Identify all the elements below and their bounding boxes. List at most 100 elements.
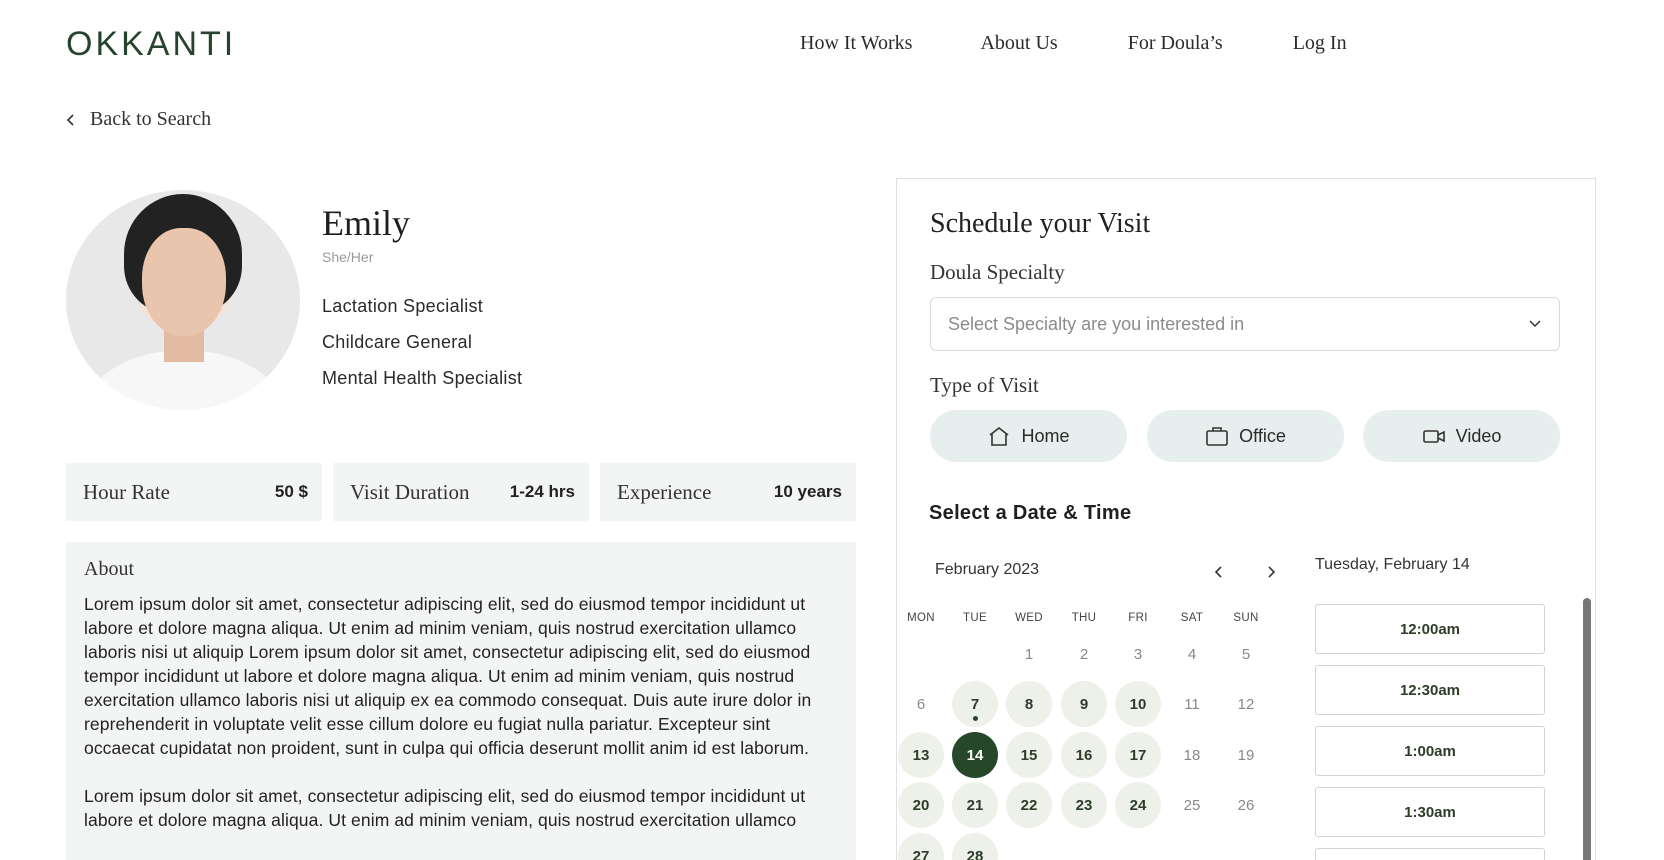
visit-type-label: Video: [1455, 425, 1502, 446]
calendar-day[interactable]: 13: [898, 732, 944, 778]
calendar-month: February 2023: [935, 561, 1040, 578]
calendar-day[interactable]: 17: [1115, 732, 1161, 778]
calendar-day: 25: [1169, 782, 1215, 828]
nav-log-in[interactable]: Log In: [1293, 30, 1347, 56]
doula-specialty-label: Doula Specialty: [930, 260, 1065, 284]
calendar-day-number: 5: [1241, 645, 1251, 663]
weekday-label: SAT: [1180, 612, 1204, 624]
calendar-day-number: 9: [1079, 695, 1089, 713]
weekday-label: FRI: [1128, 612, 1148, 624]
visit-type-office-button[interactable]: Office: [1147, 410, 1344, 462]
time-slot[interactable]: 12:30am: [1315, 665, 1545, 715]
calendar-day-number: 10: [1129, 695, 1147, 713]
calendar-day-number: 7: [970, 695, 980, 713]
time-slot[interactable]: 12:00am: [1315, 604, 1545, 654]
profile-pronouns: She/Her: [322, 249, 374, 265]
nav-about-us[interactable]: About Us: [980, 30, 1057, 56]
avatar: [66, 190, 300, 410]
calendar-day[interactable]: 24: [1115, 782, 1161, 828]
calendar-day-number: 25: [1183, 796, 1201, 814]
chevron-down-icon: [1529, 320, 1541, 328]
weekday-label: SUN: [1233, 612, 1259, 624]
calendar-day-number: 24: [1129, 796, 1147, 814]
calendar-day-number: 16: [1075, 746, 1093, 764]
logo[interactable]: OKKANTI: [66, 26, 236, 62]
today-indicator-dot: [973, 716, 978, 721]
about-section: About Lorem ipsum dolor sit amet, consec…: [66, 542, 856, 860]
stat-value: 10 years: [773, 482, 842, 501]
stat-value: 50 $: [274, 482, 308, 501]
visit-type-home-button[interactable]: Home: [930, 410, 1127, 462]
calendar-day-number: 1: [1024, 645, 1034, 663]
date-time-title: Select a Date & Time: [929, 502, 1132, 524]
calendar-day-number: 18: [1183, 746, 1201, 764]
calendar-day-selected[interactable]: 14: [952, 732, 998, 778]
calendar-day-number: 27: [912, 847, 930, 860]
calendar-day: 5: [1223, 631, 1269, 677]
profile-name: Emily: [322, 203, 410, 243]
chevron-left-icon: [66, 113, 74, 126]
specialty-item: Mental Health Specialist: [322, 368, 523, 388]
schedule-title: Schedule your Visit: [930, 208, 1151, 239]
time-slot[interactable]: 1:30am: [1315, 787, 1545, 837]
weekday-label: THU: [1071, 612, 1097, 624]
calendar-day[interactable]: 23: [1061, 782, 1107, 828]
specialty-placeholder: Select Specialty are you interested in: [948, 313, 1245, 334]
time-slot[interactable]: [1315, 848, 1545, 860]
weekday-label: MON: [907, 612, 935, 624]
video-camera-icon: [1422, 430, 1445, 443]
calendar-day-number: 19: [1237, 746, 1255, 764]
calendar-day-number: 8: [1024, 695, 1034, 713]
calendar-day: 19: [1223, 732, 1269, 778]
calendar-day[interactable]: 22: [1006, 782, 1052, 828]
stat-label: Hour Rate: [83, 479, 170, 504]
about-paragraph: Lorem ipsum dolor sit amet, consectetur …: [84, 594, 812, 758]
calendar-day-number: 2: [1079, 645, 1089, 663]
specialty-select[interactable]: Select Specialty are you interested in: [930, 297, 1560, 351]
visit-type-label: Office: [1239, 425, 1286, 446]
specialty-item: Lactation Specialist: [322, 296, 484, 316]
briefcase-icon: [1206, 427, 1228, 446]
calendar-day[interactable]: 16: [1061, 732, 1107, 778]
back-label: Back to Search: [90, 108, 212, 130]
calendar-day-number: 4: [1187, 645, 1197, 663]
chevron-left-icon[interactable]: [1213, 564, 1225, 580]
back-to-search-link[interactable]: Back to Search: [66, 108, 211, 131]
time-slot[interactable]: 1:00am: [1315, 726, 1545, 776]
calendar-day[interactable]: 8: [1006, 681, 1052, 727]
calendar-day: 11: [1169, 681, 1215, 727]
time-slots-scrollbar[interactable]: [1583, 598, 1591, 860]
nav-how-it-works[interactable]: How It Works: [800, 30, 912, 56]
visit-type-video-button[interactable]: Video: [1363, 410, 1560, 462]
calendar-day[interactable]: 7: [952, 681, 998, 727]
calendar-day-number: 23: [1075, 796, 1093, 814]
calendar-day: 6: [898, 681, 944, 727]
calendar-day[interactable]: 9: [1061, 681, 1107, 727]
calendar-day-number: 20: [912, 796, 930, 814]
about-paragraph: Lorem ipsum dolor sit amet, consectetur …: [84, 786, 806, 830]
calendar-day[interactable]: 10: [1115, 681, 1161, 727]
calendar-day[interactable]: 21: [952, 782, 998, 828]
calendar-day: 3: [1115, 631, 1161, 677]
weekday-label: TUE: [963, 612, 987, 624]
calendar-day-number: 6: [916, 695, 926, 713]
nav-for-doulas[interactable]: For Doula’s: [1128, 30, 1223, 56]
calendar-day: 2: [1061, 631, 1107, 677]
stat-label: Experience: [617, 479, 712, 504]
calendar-day[interactable]: 15: [1006, 732, 1052, 778]
selected-date-label: Tuesday, February 14: [1315, 556, 1470, 573]
calendar-day[interactable]: 20: [898, 782, 944, 828]
chevron-right-icon[interactable]: [1265, 564, 1277, 580]
calendar-day: 18: [1169, 732, 1215, 778]
calendar-day: 1: [1006, 631, 1052, 677]
stat-hour-rate: Hour Rate 50 $: [66, 463, 322, 521]
weekday-label: WED: [1015, 612, 1043, 624]
calendar-day-number: 22: [1020, 796, 1038, 814]
calendar-day-number: 28: [966, 847, 984, 860]
calendar-day-number: 13: [912, 746, 930, 764]
calendar-day-number: 12: [1237, 695, 1255, 713]
calendar-day-number: 15: [1020, 746, 1038, 764]
main-nav: How It Works About Us For Doula’s Log In: [800, 30, 1347, 56]
stat-value: 1-24 hrs: [509, 482, 575, 501]
stat-experience: Experience 10 years: [600, 463, 856, 521]
